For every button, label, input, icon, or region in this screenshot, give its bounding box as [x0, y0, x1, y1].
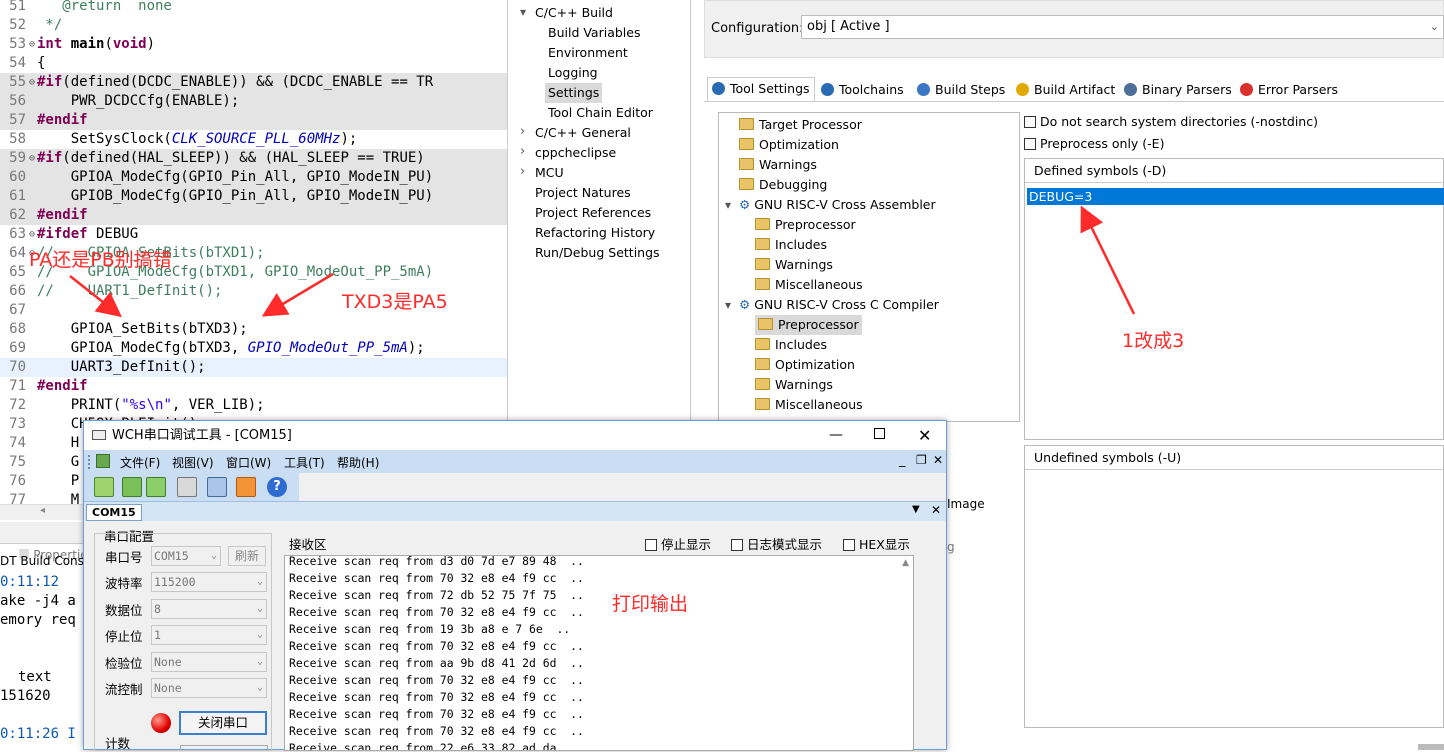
- tab-binary-parsers[interactable]: Binary Parsers: [1120, 79, 1236, 101]
- tab-icon: [1016, 83, 1029, 96]
- tab-build-artifact[interactable]: Build Artifact: [1012, 79, 1119, 101]
- tab-toolchains[interactable]: Toolchains: [817, 79, 908, 101]
- annotation-pa-pb: PA还是PB别搞错: [29, 249, 172, 271]
- tab-icon: [917, 83, 930, 96]
- tab-icon: [821, 83, 834, 96]
- tab-error-parsers[interactable]: Error Parsers: [1236, 79, 1342, 101]
- annotation-arrow-txd3: [261, 272, 334, 317]
- annotation-print: 打印输出: [612, 593, 689, 615]
- tab-icon: [1240, 83, 1253, 96]
- annotation-arrow-debug: [1080, 205, 1136, 315]
- tab-build-steps[interactable]: Build Steps: [913, 79, 1009, 101]
- tab-icon: [1124, 83, 1137, 96]
- tab-icon: [712, 82, 725, 95]
- annotation-txd3: TXD3是PA5: [342, 291, 448, 313]
- annotation-arrow-pa: [69, 275, 122, 318]
- annotation-arrows: [69, 205, 1136, 318]
- annotation-change: 1改成3: [1122, 330, 1185, 352]
- tab-tool-settings[interactable]: Tool Settings: [707, 77, 815, 101]
